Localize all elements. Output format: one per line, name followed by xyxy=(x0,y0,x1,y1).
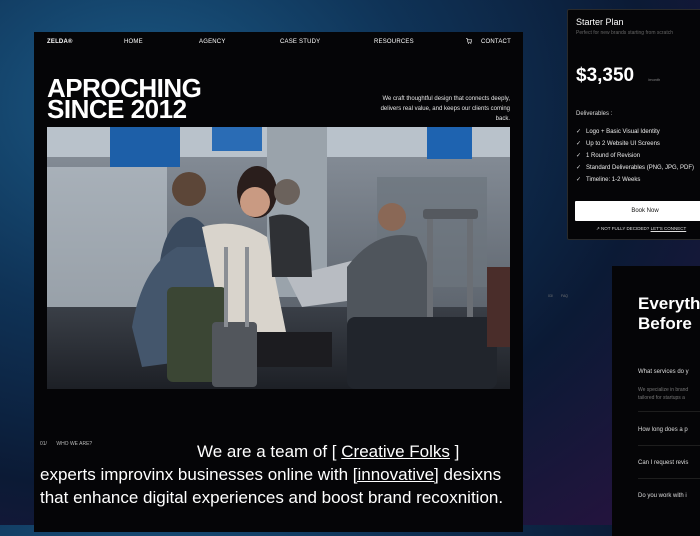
plan-period: /month xyxy=(648,77,661,82)
nav-item-agency[interactable]: AGENCY xyxy=(199,39,226,45)
deliverable-text: Logo + Basic Visual Identity xyxy=(586,129,660,135)
faq-card: Everyth Before What services do y We spe… xyxy=(612,266,700,536)
main-page-card: ZELDA® HOME AGENCY CASE STUDY RESOURCES … xyxy=(34,32,523,532)
check-icon: ✓ xyxy=(576,129,582,135)
brand-logo[interactable]: ZELDA® xyxy=(47,39,73,45)
deliverable-text: Up to 2 Website UI Screens xyxy=(586,141,660,147)
list-item: ✓ Standard Deliverables (PNG, JPG, PDF) xyxy=(576,162,694,174)
deliverables-label: Deliverables : xyxy=(576,111,613,117)
about-text-pre: We are a team of [ xyxy=(197,442,342,461)
faq-title-line-2: Before xyxy=(638,314,692,333)
plan-price: $3,350 xyxy=(576,65,635,86)
plan-subtitle: Perfect for new brands starting from scr… xyxy=(576,30,673,36)
faq-section-tag: FAQ xyxy=(561,294,569,298)
top-nav: ZELDA® HOME AGENCY CASE STUDY RESOURCES … xyxy=(34,32,523,54)
arrow-up-right-icon: ↗ xyxy=(596,226,600,231)
deliverable-text: Standard Deliverables (PNG, JPG, PDF) xyxy=(586,165,695,171)
check-icon: ✓ xyxy=(576,165,582,171)
connect-note: ↗ NOT FULLY DECIDED? LET'S CONNECT xyxy=(596,226,686,232)
faq-title-line-1: Everyth xyxy=(638,294,700,313)
hero-description: We craft thoughtful design that connects… xyxy=(380,96,510,122)
faq-answer: We specialize in brand tailored for star… xyxy=(638,386,688,402)
list-item: ✓ Logo + Basic Visual Identity xyxy=(576,126,694,138)
hero-title-line-2: SINCE 2012 xyxy=(47,94,187,124)
faq-section-number: 03/ xyxy=(548,294,553,298)
list-item: ✓ Up to 2 Website UI Screens xyxy=(576,138,694,150)
check-icon: ✓ xyxy=(576,153,582,159)
faq-answer-line: tailored for startups a xyxy=(638,395,685,401)
deliverable-text: 1 Round of Revision xyxy=(586,153,641,159)
deliverables-list: ✓ Logo + Basic Visual Identity ✓ Up to 2 W… xyxy=(576,126,694,186)
highlight-creative-folks[interactable]: Creative Folks xyxy=(341,442,450,461)
plan-name: Starter Plan xyxy=(576,17,624,27)
airport-photo-illustration xyxy=(47,127,510,389)
nav-item-contact[interactable]: CONTACT xyxy=(481,39,511,45)
faq-question[interactable]: What services do y xyxy=(638,369,689,375)
faq-question[interactable]: Can I request revis xyxy=(638,460,688,466)
deliverable-text: Timeline: 1-2 Weeks xyxy=(586,177,641,183)
list-item: ✓ 1 Round of Revision xyxy=(576,150,694,162)
hero-title: APROCHING SINCE 2012 xyxy=(47,75,247,124)
faq-answer-line: We specialize in brand xyxy=(638,387,689,393)
book-now-button[interactable]: Book Now xyxy=(575,201,700,221)
nav-item-home[interactable]: HOME xyxy=(124,39,143,45)
highlight-innovative[interactable]: [innovative] xyxy=(353,465,439,484)
note-text: NOT FULLY DECIDED? xyxy=(601,226,650,231)
faq-question[interactable]: Do you work with i xyxy=(638,493,687,499)
check-icon: ✓ xyxy=(576,177,582,183)
check-icon: ✓ xyxy=(576,141,582,147)
faq-title: Everyth Before xyxy=(638,294,700,334)
hero-photo xyxy=(47,127,510,389)
faq-question[interactable]: How long does a p xyxy=(638,427,688,433)
faq-divider xyxy=(638,445,700,446)
lets-connect-link[interactable]: LET'S CONNECT xyxy=(651,226,687,231)
nav-item-resources[interactable]: RESOURCES xyxy=(374,39,414,45)
about-statement: We are a team of [ Creative Folks ] expe… xyxy=(40,440,518,509)
nav-item-case-study[interactable]: CASE STUDY xyxy=(280,39,320,45)
list-item: ✓ Timeline: 1-2 Weeks xyxy=(576,174,694,186)
cart-icon[interactable] xyxy=(466,38,472,44)
faq-divider xyxy=(638,411,700,412)
pricing-card: Starter Plan Perfect for new brands star… xyxy=(567,9,700,240)
faq-divider xyxy=(638,478,700,479)
